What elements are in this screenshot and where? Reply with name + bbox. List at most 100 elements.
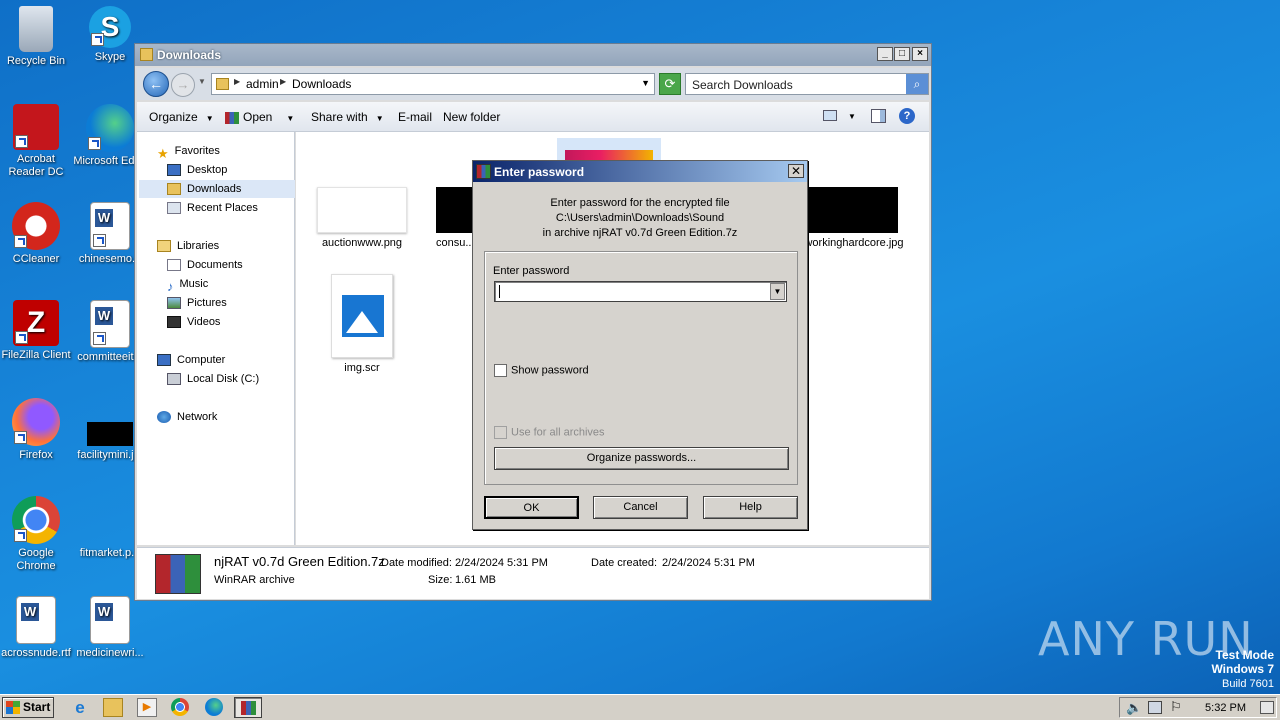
winrar-icon	[225, 111, 239, 124]
nav-computer[interactable]: Computer	[157, 351, 225, 369]
search-icon[interactable]: ⌕	[906, 74, 928, 94]
nav-libraries[interactable]: Libraries	[157, 237, 219, 255]
desktop-icon-filezilla[interactable]: Z FileZilla Client	[0, 300, 74, 362]
nav-recent-places[interactable]: Recent Places	[167, 199, 258, 217]
close-icon[interactable]: ✕	[788, 164, 804, 178]
nav-pictures[interactable]: Pictures	[167, 294, 227, 312]
date-created-label: Date created:	[591, 557, 658, 569]
nav-label: Local Disk (C:)	[187, 373, 260, 385]
maximize-button[interactable]: □	[894, 47, 910, 61]
size-label: Size:	[428, 574, 453, 586]
desktop-icon-acrossnude[interactable]: W acrossnude.rtf	[0, 596, 74, 660]
skype-icon: S	[89, 6, 131, 48]
forward-button[interactable]: →	[171, 73, 195, 97]
explorer-titlebar[interactable]: Downloads _ □ ×	[135, 44, 931, 66]
help-button[interactable]: Help	[703, 496, 798, 519]
password-field[interactable]	[499, 285, 500, 298]
action-center-flag-icon[interactable]: ⚐	[1170, 699, 1182, 715]
clock[interactable]: 5:32 PM	[1205, 702, 1246, 714]
file-item[interactable]: consu...	[436, 187, 472, 250]
nav-label: Libraries	[177, 240, 220, 252]
libraries-icon	[157, 240, 171, 253]
filezilla-icon: Z	[13, 300, 59, 346]
edge-icon[interactable]	[205, 698, 223, 716]
windows-version-label: Windows 7	[1211, 662, 1274, 676]
password-combobox[interactable]: ▼	[494, 281, 787, 302]
nav-desktop[interactable]: Desktop	[167, 161, 227, 179]
desktop-icon-chrome[interactable]: Google Chrome	[0, 496, 74, 573]
minimize-button[interactable]: _	[877, 47, 893, 61]
nav-network[interactable]: Network	[157, 408, 217, 426]
organize-button[interactable]: Organize ▼	[149, 110, 214, 124]
preview-pane-icon[interactable]	[871, 109, 886, 123]
chevron-right-icon[interactable]: ▶	[280, 77, 286, 86]
checkbox-icon[interactable]	[494, 364, 507, 377]
desktop-icon-recycle-bin[interactable]: Recycle Bin	[0, 6, 74, 68]
file-item[interactable]: img.scr	[312, 274, 412, 375]
nav-label: Favorites	[174, 145, 220, 157]
refresh-button[interactable]: ⟳	[659, 73, 681, 95]
desktop-icon-firefox[interactable]: Firefox	[0, 398, 74, 462]
new-folder-button[interactable]: New folder	[443, 110, 500, 124]
open-button[interactable]: Open ▼	[225, 110, 294, 124]
desktop-icon-ccleaner[interactable]: CCleaner	[0, 202, 74, 266]
desktop-icon-label: Acrobat Reader DC	[8, 153, 64, 178]
nav-label: Network	[177, 411, 218, 423]
chevron-down-icon[interactable]: ▼	[770, 283, 785, 300]
search-input[interactable]: Search Downloads	[692, 78, 793, 92]
close-button[interactable]: ×	[912, 47, 928, 61]
desktop-icon-medicinewri[interactable]: W medicinewri...	[72, 596, 148, 660]
nav-label: Desktop	[187, 164, 228, 176]
edge-icon	[86, 104, 134, 152]
nav-documents[interactable]: Documents	[167, 256, 243, 274]
show-password-checkbox[interactable]: Show password	[494, 364, 589, 377]
search-box[interactable]: Search Downloads ⌕	[685, 73, 929, 95]
chevron-down-icon[interactable]: ▼	[641, 78, 650, 88]
share-with-button[interactable]: Share with ▼	[311, 110, 384, 124]
help-icon[interactable]: ?	[899, 108, 915, 124]
volume-icon[interactable]: 🔈	[1126, 700, 1142, 716]
nav-local-disk[interactable]: Local Disk (C:)	[167, 370, 259, 388]
email-button[interactable]: E-mail	[398, 110, 432, 124]
checkbox-icon	[494, 426, 507, 439]
cancel-button[interactable]: Cancel	[593, 496, 688, 519]
message-line: Enter password for the encrypted file	[550, 197, 730, 209]
file-item[interactable]: auctionwww.png	[312, 187, 412, 250]
nav-favorites[interactable]: ★ Favorites	[157, 142, 220, 161]
winrar-taskbar-button[interactable]	[234, 697, 262, 718]
back-button[interactable]: ←	[143, 71, 169, 97]
message-path: C:\Users\admin\Downloads\Sound	[555, 212, 725, 224]
media-player-icon[interactable]: ▶	[137, 698, 157, 717]
chevron-down-icon: ▼	[286, 114, 295, 123]
show-desktop-button[interactable]	[1260, 701, 1274, 714]
file-explorer-icon[interactable]	[103, 698, 123, 717]
chrome-icon[interactable]	[171, 698, 189, 716]
breadcrumb-admin[interactable]: admin	[246, 77, 279, 91]
nav-downloads[interactable]: Downloads	[139, 180, 295, 198]
desktop-icon-label: Google Chrome	[16, 547, 56, 572]
dialog-titlebar[interactable]: Enter password ✕	[473, 161, 807, 182]
file-item[interactable]: workinghardcore.jpg	[804, 187, 904, 250]
breadcrumb[interactable]: ▶ admin ▶ Downloads ▼	[211, 73, 655, 95]
internet-explorer-icon[interactable]: e	[70, 698, 90, 717]
organize-passwords-button[interactable]: Organize passwords...	[494, 447, 789, 470]
ok-button[interactable]: OK	[484, 496, 579, 519]
nav-label: Documents	[187, 259, 243, 271]
network-tray-icon[interactable]	[1148, 701, 1162, 714]
music-icon: ♪	[167, 279, 174, 295]
chevron-right-icon[interactable]: ▶	[234, 77, 240, 86]
start-button[interactable]: Start	[2, 697, 54, 718]
nav-videos[interactable]: Videos	[167, 313, 220, 331]
word-document-icon: W	[90, 202, 130, 250]
drive-icon	[167, 373, 181, 386]
chrome-icon	[12, 496, 60, 544]
message-archive: in archive njRAT v0.7d Green Edition.7z	[542, 227, 738, 239]
desktop-icon-acrobat[interactable]: Acrobat Reader DC	[0, 104, 74, 179]
chevron-down-icon[interactable]: ▼	[848, 112, 856, 121]
nav-label: Recent Places	[187, 202, 258, 214]
breadcrumb-downloads[interactable]: Downloads	[292, 77, 351, 91]
date-created-value: 2/24/2024 5:31 PM	[662, 557, 755, 569]
history-dropdown-icon[interactable]: ▼	[198, 77, 206, 86]
nav-music[interactable]: ♪ Music	[167, 275, 208, 295]
view-options-icon[interactable]	[823, 110, 837, 121]
